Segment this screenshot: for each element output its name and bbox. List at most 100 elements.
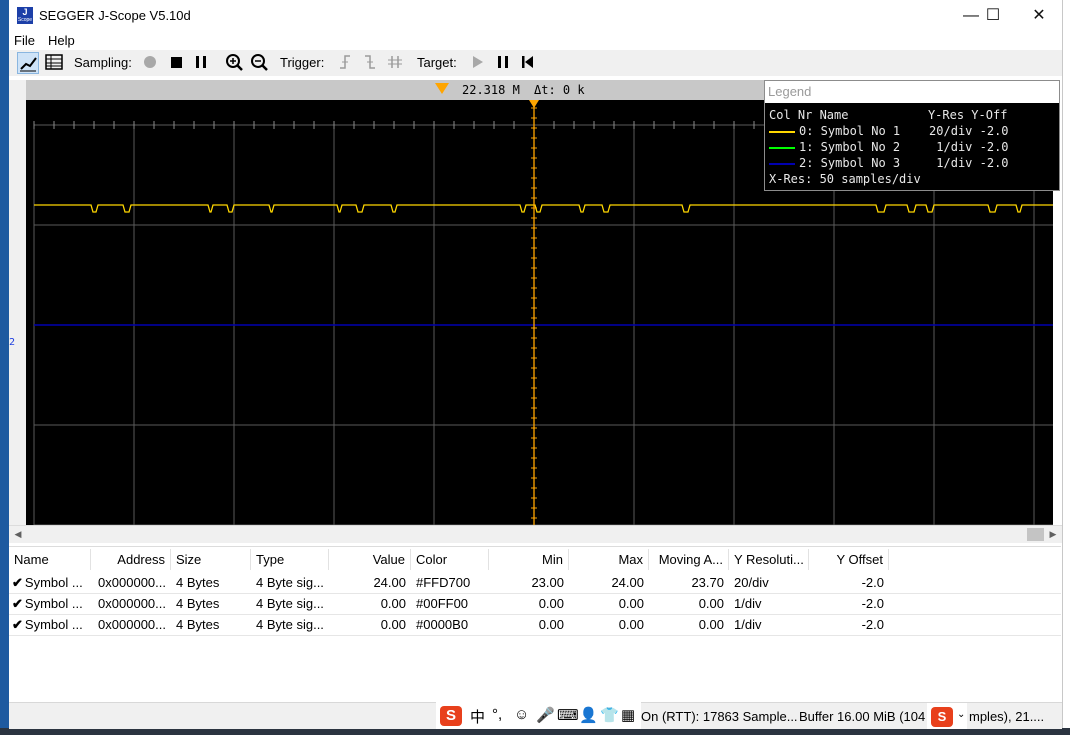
menu-help[interactable]: Help (48, 33, 75, 48)
table-cell-10: -2.0 (861, 596, 884, 611)
trigger-position-value: 22.318 M (462, 83, 520, 97)
legend-row-0: 0: Symbol No 1 20/div -2.0 (769, 124, 1009, 140)
graph-view-button[interactable] (17, 52, 39, 74)
table-cell-8: 0.00 (698, 596, 724, 611)
trigger-label: Trigger: (280, 55, 325, 70)
table-cell-0[interactable]: ✔ Symbol ... (9, 593, 91, 614)
trigger-falling-button[interactable] (359, 52, 381, 74)
table-row[interactable]: ✔ Symbol ... 0x000000... 4 Bytes 4 Byte sig.… (9, 572, 1061, 594)
menu-file[interactable]: File (14, 33, 35, 48)
close-button[interactable]: ✕ (1016, 0, 1062, 32)
column-header-9[interactable]: Y Resoluti... (729, 549, 809, 570)
column-header-0[interactable]: Name (9, 549, 91, 570)
pause-icon (196, 56, 206, 68)
legend-xres: X-Res: 50 samples/div (769, 172, 921, 186)
table-cell-6: 0.00 (538, 596, 564, 611)
zoom-out-button[interactable] (248, 52, 270, 74)
trigger-cursor-marker (529, 100, 539, 108)
table-cell-10: -2.0 (861, 617, 884, 632)
sogou-ime-icon-2[interactable]: S (931, 707, 953, 727)
sogou-ime-icon[interactable]: S (440, 706, 462, 726)
column-header-7[interactable]: Max (569, 549, 649, 570)
trigger-marker-icon[interactable] (435, 83, 449, 94)
falling-edge-icon (365, 55, 375, 69)
table-cell-2: 4 Bytes (176, 596, 220, 611)
table-cell-9: 1/div (734, 617, 762, 632)
table-row[interactable]: ✔ Symbol ... 0x000000... 4 Bytes 4 Byte sig.… (9, 593, 1061, 615)
target-reset-button[interactable] (516, 52, 538, 74)
title-bar: J Scope SEGGER J-Scope V5.10d — ☐ ✕ (9, 0, 1062, 32)
horizontal-scrollbar[interactable]: ◀ ▶ (9, 525, 1062, 543)
table-icon (45, 54, 63, 70)
column-header-8[interactable]: Moving A... (649, 549, 729, 570)
scroll-thumb[interactable] (1027, 528, 1044, 541)
table-cell-2: 4 Bytes (176, 575, 220, 590)
legend-row-1: 1: Symbol No 2 1/div -2.0 (769, 140, 1009, 156)
legend-swatch-2 (769, 162, 795, 165)
trigger-rising-button[interactable] (334, 52, 356, 74)
table-cell-2: 4 Bytes (176, 617, 220, 632)
column-header-5[interactable]: Color (411, 549, 489, 570)
target-run-button[interactable] (466, 52, 488, 74)
toolbox-icon[interactable]: ▦ (621, 706, 635, 724)
column-header-2[interactable]: Size (171, 549, 251, 570)
pause-button[interactable] (190, 52, 212, 74)
table-cell-9: 1/div (734, 596, 762, 611)
table-row[interactable]: ✔ Symbol ... 0x000000... 4 Bytes 4 Byte sig.… (9, 614, 1061, 636)
table-cell-5: #00FF00 (416, 596, 469, 611)
table-cell-7: 0.00 (618, 617, 644, 632)
keyboard-icon[interactable]: ⌨ (557, 706, 579, 724)
zoom-in-button[interactable] (223, 52, 245, 74)
legend-row-2: 2: Symbol No 3 1/div -2.0 (769, 156, 1009, 172)
jscope-app-icon: J Scope (17, 7, 33, 24)
emoji-icon[interactable]: ☺ (514, 706, 529, 723)
checkmark-icon[interactable]: ✔ (12, 575, 23, 590)
table-cell-9: 20/div (734, 575, 769, 590)
reset-icon (522, 56, 533, 68)
checkmark-icon[interactable]: ✔ (12, 617, 23, 632)
menu-bar: File Help (9, 32, 1062, 50)
record-button[interactable] (139, 52, 161, 74)
voice-icon[interactable]: 🎤 (536, 706, 555, 724)
ime-floating-icon[interactable]: S ⌄ (927, 703, 967, 729)
legend-header: Col Nr Name Y-Res Y-Off (769, 108, 1008, 122)
series-symbol-1 (34, 204, 1053, 213)
table-cell-0[interactable]: ✔ Symbol ... (9, 614, 91, 635)
column-header-1[interactable]: Address (91, 549, 171, 570)
scroll-right-icon[interactable]: ▶ (1045, 527, 1061, 542)
line-chart-icon (20, 57, 37, 72)
trigger-both-button[interactable] (384, 52, 406, 74)
scroll-left-icon[interactable]: ◀ (10, 527, 26, 542)
target-halt-button[interactable] (492, 52, 514, 74)
table-cell-0[interactable]: ✔ Symbol ... (9, 572, 91, 593)
play-icon (473, 56, 483, 68)
toolbar: Sampling: Trigger: Target: (9, 50, 1062, 76)
table-cell-10: -2.0 (861, 575, 884, 590)
stop-button[interactable] (165, 52, 187, 74)
maximize-button[interactable]: ☐ (970, 0, 1016, 32)
ime-toolbar[interactable]: S 中 °, ☺ 🎤 ⌨ 👤 👕 ▦ (436, 701, 641, 729)
column-header-6[interactable]: Min (489, 549, 569, 570)
zoom-in-icon (226, 54, 243, 71)
zoom-out-icon (251, 54, 268, 71)
table-cell-3: 4 Byte sig... (256, 617, 324, 632)
table-view-button[interactable] (43, 52, 65, 74)
user-icon[interactable]: 👤 (579, 706, 598, 724)
checkmark-icon[interactable]: ✔ (12, 596, 23, 611)
skin-icon[interactable]: 👕 (600, 706, 619, 724)
column-header-3[interactable]: Type (251, 549, 329, 570)
ime-menu-chevron-icon[interactable]: ⌄ (957, 709, 965, 720)
chinese-mode-icon[interactable]: 中 (470, 706, 485, 727)
legend-swatch-1 (769, 146, 795, 149)
symbol-table: Name Address Size Type Value Color Min Max Movin… (9, 546, 1061, 703)
punctuation-icon[interactable]: °, (492, 706, 502, 723)
table-cell-7: 24.00 (611, 575, 644, 590)
record-icon (144, 56, 156, 68)
column-header-4[interactable]: Value (329, 549, 411, 570)
table-cell-8: 0.00 (698, 617, 724, 632)
status-rtt: On (RTT): 17863 Sample... (641, 709, 798, 724)
legend-panel[interactable]: Legend Col Nr Name Y-Res Y-Off 0: Symbol… (764, 80, 1060, 191)
stop-icon (171, 57, 182, 68)
column-header-10[interactable]: Y Offset (809, 549, 889, 570)
table-cell-5: #FFD700 (416, 575, 471, 590)
